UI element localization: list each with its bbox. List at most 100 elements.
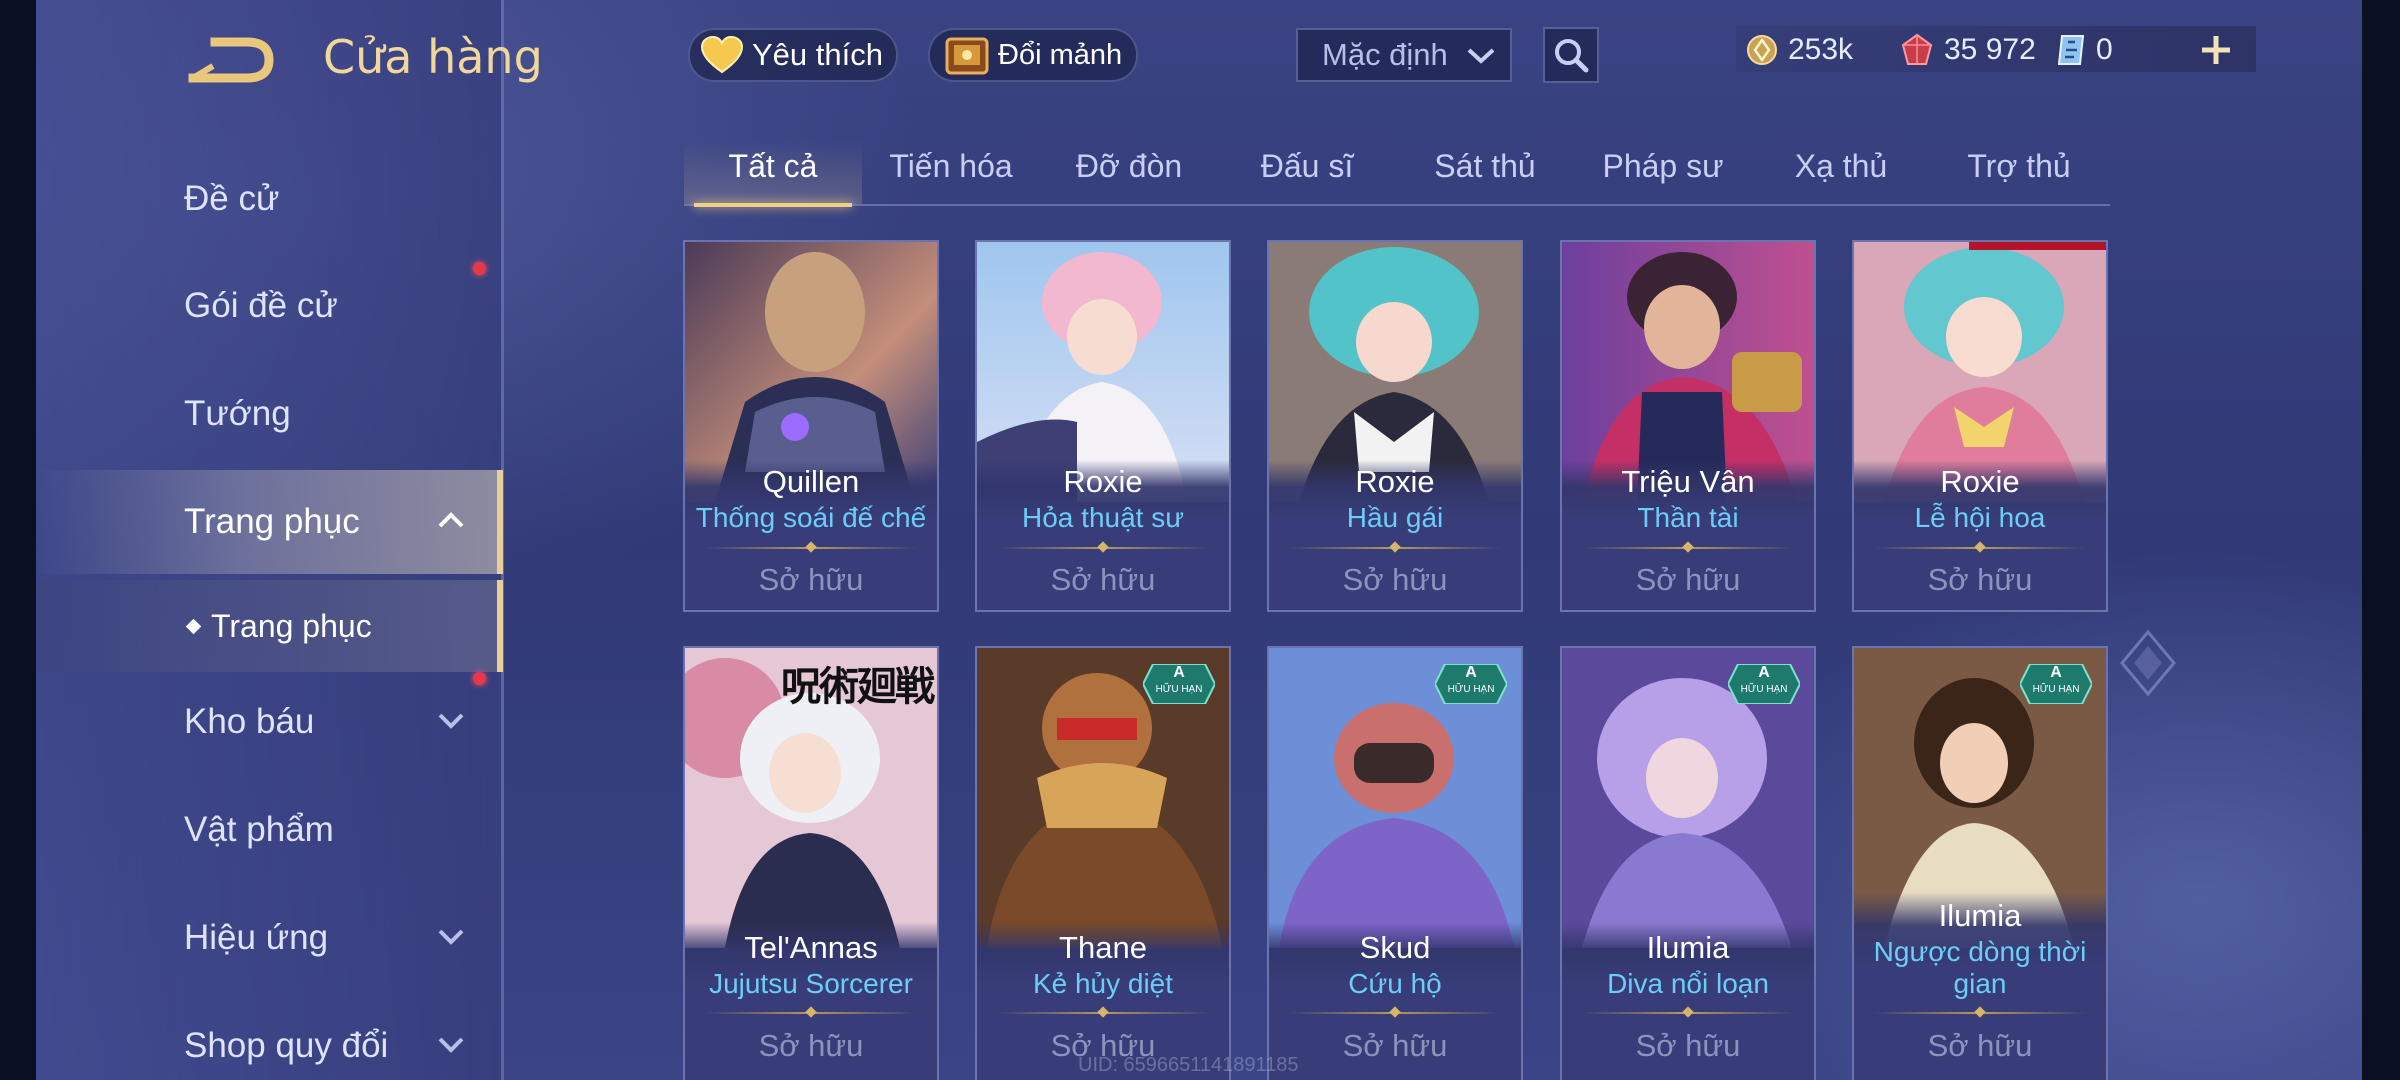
sidebar-item-label: Shop quy đổi: [184, 1026, 389, 1065]
sidebar-item-recommended[interactable]: Đề cử: [36, 147, 501, 251]
sidebar-subitem-skins[interactable]: Trang phục: [36, 580, 503, 672]
gold-coin-icon: [1747, 35, 1777, 65]
favorites-label: Yêu thích: [752, 37, 883, 72]
sort-value: Mặc định: [1322, 37, 1448, 72]
back-button[interactable]: [185, 30, 280, 90]
skin-card[interactable]: A HỮU HẠN Ilumia Ngược dòng thời gian Sở…: [1852, 646, 2108, 1080]
badge-label: HỮU HẠN: [2032, 684, 2080, 695]
category-tabs: Tất cả Tiến hóa Đỡ đòn Đấu sĩ Sát thủ Ph…: [684, 140, 2110, 207]
owned-status: Sở hữu: [758, 1028, 864, 1063]
chevron-down-icon: [438, 1037, 464, 1053]
hero-name: Skud: [1359, 930, 1431, 965]
exchange-shards-button[interactable]: Đổi mảnh: [928, 28, 1138, 82]
skin-card[interactable]: Triệu Vân Thần tài Sở hữu: [1560, 240, 1816, 612]
hero-name: Roxie: [1940, 464, 2020, 499]
exchange-shards-label: Đổi mảnh: [998, 38, 1123, 71]
tab-support[interactable]: Trợ thủ: [1930, 140, 2108, 204]
skin-name: Ngược dòng thời gian: [1873, 936, 2087, 999]
badge-grade: A: [2050, 664, 2062, 681]
skin-card[interactable]: Quillen Thống soái đế chế Sở hữu: [683, 240, 939, 612]
notification-dot: [473, 262, 486, 275]
sidebar-item-label: Hiệu ứng: [184, 918, 329, 957]
badge-label: HỮU HẠN: [1447, 684, 1495, 695]
owned-status: Sở hữu: [1635, 1028, 1741, 1063]
sort-dropdown[interactable]: Mặc định: [1296, 28, 1512, 82]
scroll-hint-icon: [2120, 629, 2176, 697]
gold-amount: 253k: [1788, 33, 1854, 66]
add-currency-button[interactable]: [2196, 28, 2236, 72]
art-logo-text: 呪術廻戦: [781, 665, 935, 709]
sidebar-item-treasure[interactable]: Kho báu: [36, 670, 501, 774]
skin-name: Cứu hộ: [1348, 968, 1442, 999]
skin-name: Hỏa thuật sư: [1022, 502, 1184, 533]
owned-status: Sở hữu: [1927, 1028, 2033, 1063]
tab-assassin[interactable]: Sát thủ: [1396, 140, 1574, 204]
heart-icon: [700, 35, 744, 74]
hero-name: Ilumia: [1646, 930, 1730, 965]
hero-name: Quillen: [762, 464, 860, 499]
skin-name: Diva nổi loạn: [1607, 968, 1769, 999]
sidebar-item-label: Vật phẩm: [184, 810, 334, 849]
chevron-down-icon: [1467, 48, 1495, 64]
page-title: Cửa hàng: [323, 30, 543, 84]
back-arrow-icon: [188, 37, 274, 83]
sidebar-item-label: Tướng: [184, 394, 291, 433]
owned-status: Sở hữu: [1342, 562, 1448, 597]
hero-name: Thane: [1059, 930, 1147, 965]
tab-all[interactable]: Tất cả: [684, 140, 862, 207]
chest-icon: [945, 37, 989, 75]
owned-status: Sở hữu: [758, 562, 864, 597]
sidebar-item-exchange-shop[interactable]: Shop quy đổi: [36, 994, 501, 1080]
sidebar-item-label: Đề cử: [184, 179, 280, 218]
tab-fighter[interactable]: Đấu sĩ: [1218, 140, 1396, 204]
hero-name: Tel'Annas: [744, 930, 878, 965]
skin-name: Lễ hội hoa: [1914, 502, 2046, 533]
skin-card[interactable]: A HỮU HẠN Ilumia Diva nổi loạn Sở hữu: [1560, 646, 1816, 1080]
sidebar-item-heroes[interactable]: Tướng: [36, 362, 501, 466]
chevron-down-icon: [438, 929, 464, 945]
tab-mage[interactable]: Pháp sư: [1574, 140, 1752, 204]
badge-label: HỮU HẠN: [1740, 684, 1788, 695]
badge-grade: A: [1465, 664, 1477, 681]
ticket-icon: [2057, 35, 2085, 65]
owned-status: Sở hữu: [1927, 562, 2033, 597]
sidebar-item-skins[interactable]: Trang phục: [36, 470, 503, 574]
sidebar-item-effects[interactable]: Hiệu ứng: [36, 886, 501, 990]
sidebar-item-label: Trang phục: [184, 502, 360, 541]
skin-name: Thần tài: [1637, 502, 1739, 533]
tab-marksman[interactable]: Xạ thủ: [1752, 140, 1930, 204]
tab-evolution[interactable]: Tiến hóa: [862, 140, 1040, 204]
skin-name: Kẻ hủy diệt: [1032, 968, 1174, 999]
chevron-up-icon: [438, 512, 464, 528]
notification-dot: [473, 672, 486, 685]
ticket-currency: 0: [2056, 28, 2113, 72]
hero-name: Triệu Vân: [1621, 464, 1755, 499]
skin-card[interactable]: A HỮU HẠN Thane Kẻ hủy diệt Sở hữu: [975, 646, 1231, 1080]
voucher-amount: 35 972: [1944, 33, 2036, 66]
left-letterbox: [0, 0, 36, 1080]
skin-card[interactable]: 呪術廻戦 Tel'Annas Jujutsu Sorcerer Sở hữu: [683, 646, 939, 1080]
voucher-currency: 35 972: [1900, 28, 2036, 72]
sidebar-item-label: Kho báu: [184, 702, 315, 741]
favorites-button[interactable]: Yêu thích: [688, 28, 898, 82]
skin-name: Jujutsu Sorcerer: [709, 968, 913, 999]
skin-card[interactable]: Roxie Hầu gái Sở hữu: [1267, 240, 1523, 612]
skin-card[interactable]: Roxie Lễ hội hoa Sở hữu: [1852, 240, 2108, 612]
chevron-down-icon: [438, 713, 464, 729]
skin-card[interactable]: A HỮU HẠN Skud Cứu hộ Sở hữu: [1267, 646, 1523, 1080]
ruby-icon: [1901, 33, 1933, 65]
hero-name: Roxie: [1355, 464, 1435, 499]
tab-tank[interactable]: Đỡ đòn: [1040, 140, 1218, 204]
owned-status: Sở hữu: [1050, 562, 1156, 597]
skin-name: Hầu gái: [1346, 502, 1444, 533]
sidebar-item-items[interactable]: Vật phẩm: [36, 778, 501, 882]
user-id: UID: 6596651141891185: [1078, 1054, 1299, 1076]
badge-grade: A: [1758, 664, 1770, 681]
shop-screen: Cửa hàng Đề cử Gói đề cử Tướng Trang phụ…: [0, 0, 2400, 1080]
sidebar-subitem-label: Trang phục: [211, 607, 372, 644]
sidebar-item-label: Gói đề cử: [184, 286, 338, 325]
sidebar-item-recommended-packs[interactable]: Gói đề cử: [36, 254, 501, 358]
skin-card[interactable]: Roxie Hỏa thuật sư Sở hữu: [975, 240, 1231, 612]
search-button[interactable]: [1543, 27, 1599, 83]
hero-name: Ilumia: [1938, 898, 2022, 933]
